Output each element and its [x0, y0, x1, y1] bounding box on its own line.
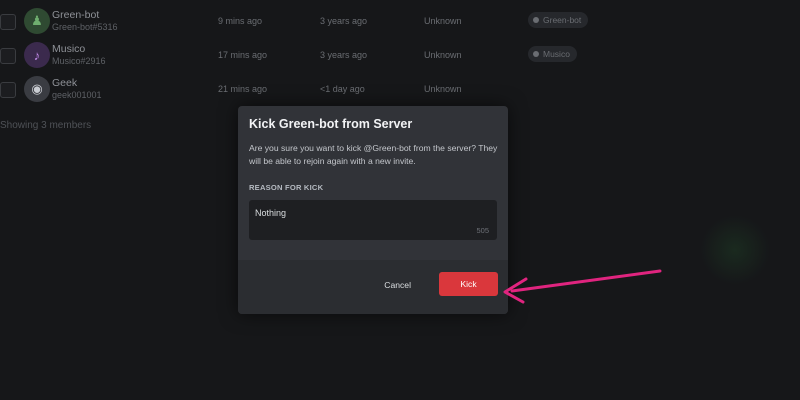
role-badge[interactable]: Musico — [528, 46, 577, 62]
modal-footer: Cancel Kick — [238, 260, 508, 314]
discord-icon: ◉ — [24, 76, 50, 102]
reason-text: Nothing — [255, 208, 287, 218]
member-since-server: 3 years ago — [320, 16, 368, 26]
modal-title: Kick Green-bot from Server — [249, 117, 413, 131]
member-since-server: <1 day ago — [320, 84, 365, 94]
green-bot-icon: ♟ — [24, 8, 50, 34]
member-tag: Green-bot#5316 — [52, 22, 118, 32]
role-dot-icon — [533, 17, 539, 23]
reason-textarea[interactable]: Nothing 505 — [249, 200, 497, 240]
role-badge[interactable]: Green-bot — [528, 12, 589, 28]
member-since-discord: 9 mins ago — [218, 16, 263, 26]
member-invite: Unknown — [424, 50, 462, 60]
role-dot-icon — [533, 51, 539, 57]
member-tag: geek001001 — [52, 90, 102, 100]
row-checkbox[interactable] — [0, 48, 16, 64]
role-label: Green-bot — [543, 15, 582, 25]
member-count-text: Showing 3 members — [0, 120, 92, 131]
kick-member-modal: Kick Green-bot from Server Are you sure … — [238, 106, 508, 314]
member-name: Geek — [52, 77, 78, 89]
member-invite: Unknown — [424, 16, 462, 26]
row-checkbox[interactable] — [0, 14, 16, 30]
member-since-discord: 21 mins ago — [218, 84, 268, 94]
background-decoration — [700, 215, 770, 285]
member-tag: Musico#2916 — [52, 56, 106, 66]
reason-label: REASON FOR KICK — [249, 183, 324, 192]
role-label: Musico — [543, 49, 570, 59]
kick-button[interactable]: Kick — [439, 272, 498, 296]
character-counter: 505 — [476, 226, 489, 235]
table-row[interactable]: ♪ Musico Musico#2916 17 mins ago 3 years… — [0, 39, 800, 73]
row-checkbox[interactable] — [0, 82, 16, 98]
modal-description: Are you sure you want to kick @Green-bot… — [249, 143, 498, 166]
table-row[interactable]: ♟ Green-bot Green-bot#5316 9 mins ago 3 … — [0, 5, 800, 39]
table-row[interactable]: ◉ Geek geek001001 21 mins ago <1 day ago… — [0, 73, 800, 107]
member-invite: Unknown — [424, 84, 462, 94]
music-note-icon: ♪ — [24, 42, 50, 68]
cancel-button[interactable]: Cancel — [384, 280, 411, 290]
member-name: Musico — [52, 43, 86, 55]
member-name: Green-bot — [52, 9, 100, 21]
member-since-server: 3 years ago — [320, 50, 368, 60]
member-since-discord: 17 mins ago — [218, 50, 268, 60]
